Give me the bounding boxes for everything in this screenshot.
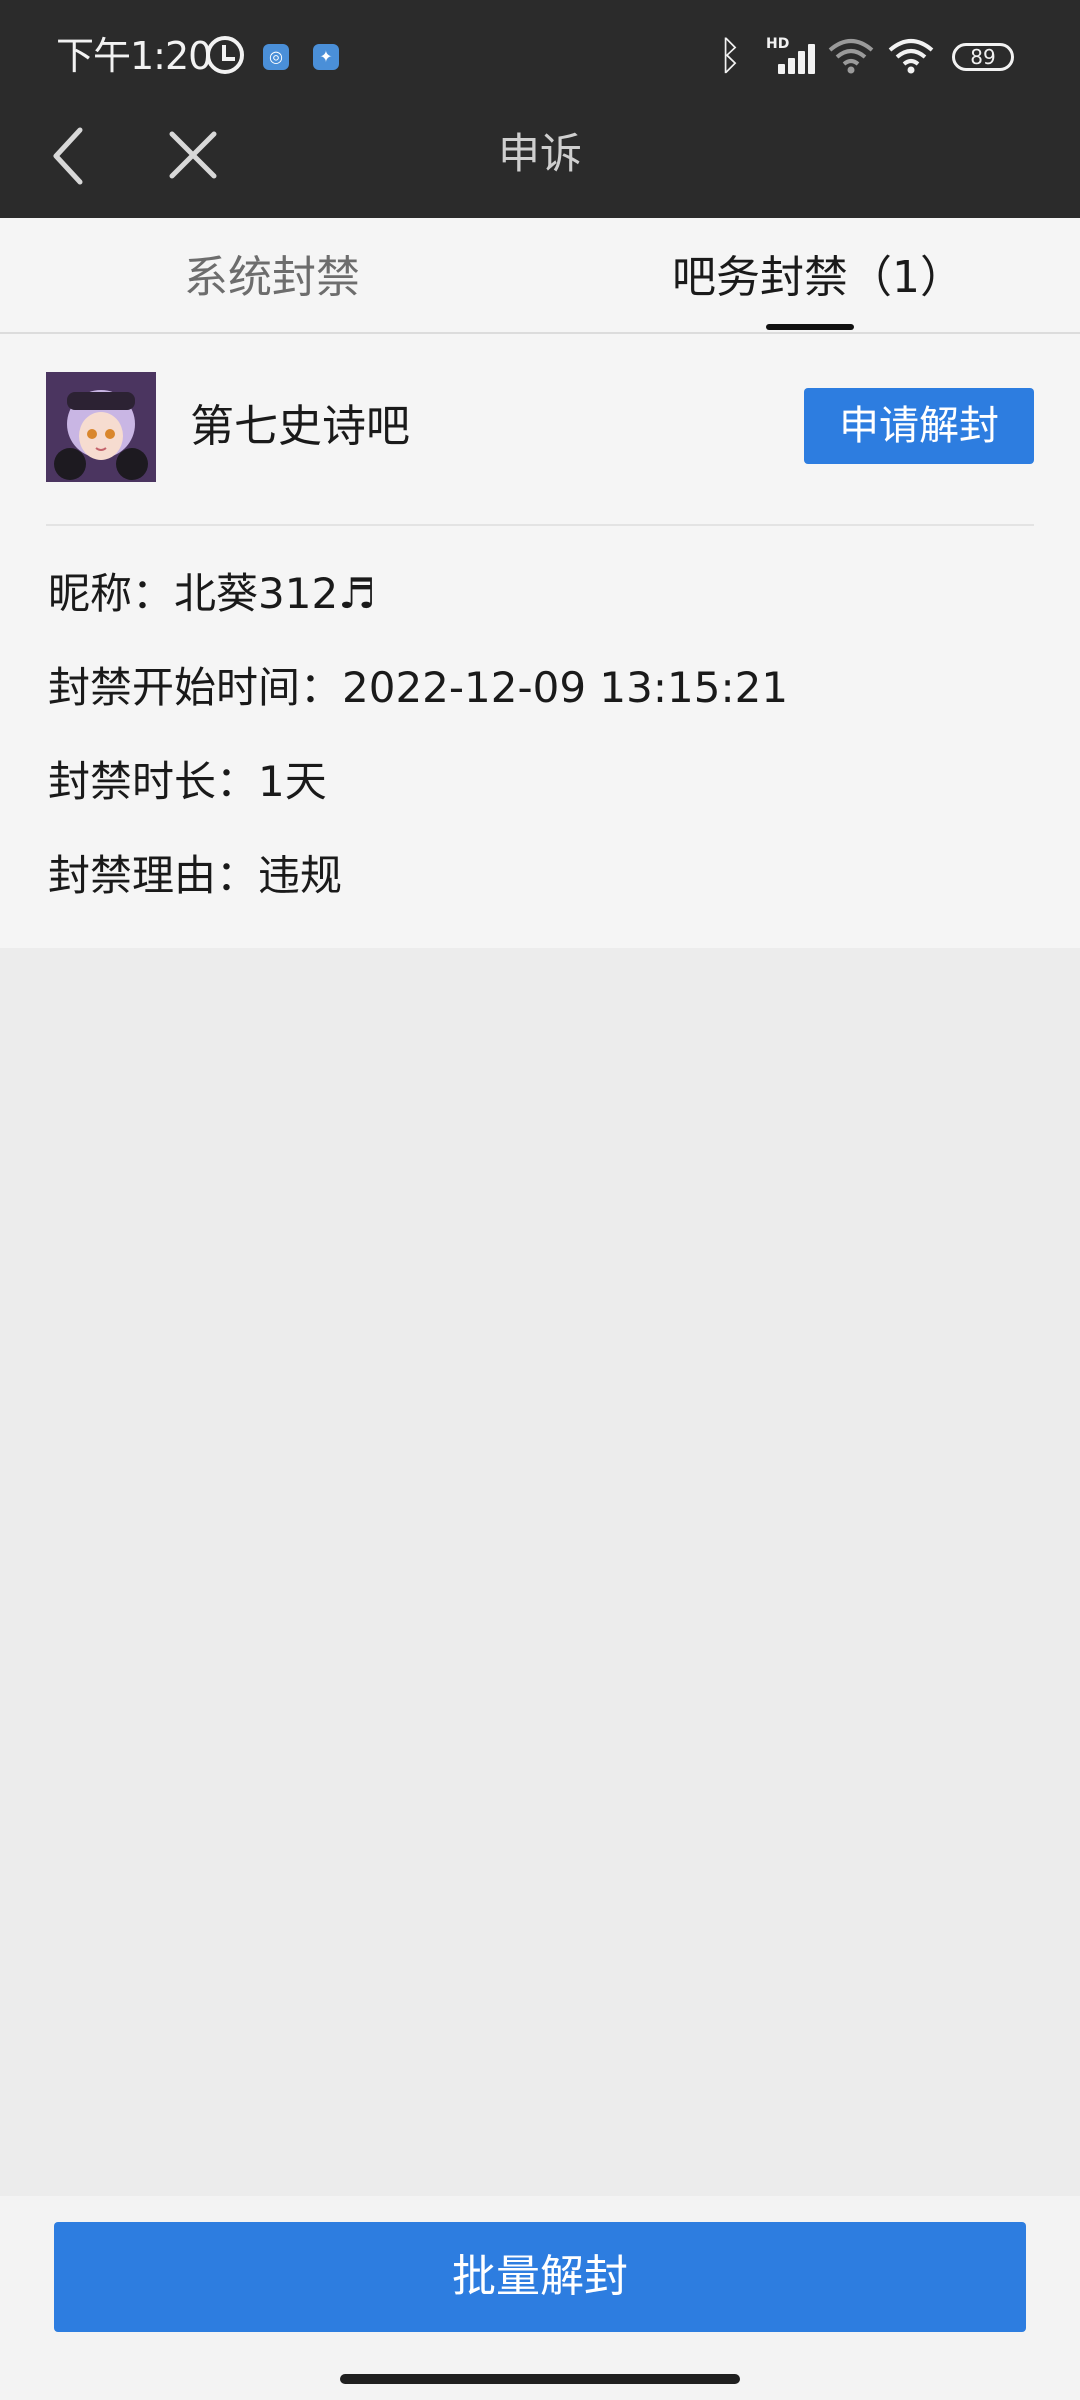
wifi-icon	[888, 39, 934, 74]
bottom-bar: 批量解封	[0, 2196, 1080, 2400]
home-indicator[interactable]	[340, 2374, 740, 2384]
alarm-icon	[206, 36, 244, 74]
page-title: 申诉	[497, 129, 582, 178]
ban-reason-text: 封禁理由：违规	[48, 851, 343, 900]
ban-duration-text: 封禁时长：1天	[48, 757, 327, 806]
app-notification-icon: ◎	[263, 44, 289, 70]
ban-start-time-text: 封禁开始时间：2022-12-09 13:15:21	[48, 663, 789, 712]
divider	[46, 524, 1034, 526]
status-bar: 下午1:20 ◎ ✦ ᛒ HD 89	[0, 0, 1080, 112]
status-time: 下午1:20	[56, 34, 212, 78]
cellular-signal-icon	[768, 40, 818, 74]
app-notification-icon: ✦	[313, 44, 339, 70]
batch-unban-button[interactable]: 批量解封	[54, 2222, 1026, 2332]
apply-unban-button[interactable]: 申请解封	[804, 388, 1034, 464]
tab-bar: 系统封禁 吧务封禁（1）	[0, 218, 1080, 334]
forum-avatar	[46, 372, 156, 482]
tab-forum-ban[interactable]: 吧务封禁（1）	[672, 218, 964, 334]
top-bar: 下午1:20 ◎ ✦ ᛒ HD 89 申诉	[0, 0, 1080, 218]
nickname-text: 昵称：北葵312♬	[48, 569, 376, 618]
battery-level: 89	[970, 45, 996, 69]
tab-system-ban[interactable]: 系统封禁	[184, 218, 360, 334]
forum-name[interactable]: 第七史诗吧	[190, 392, 410, 462]
battery-icon: 89	[952, 43, 1014, 71]
wifi-icon	[828, 39, 874, 74]
ban-record-card: 第七史诗吧 申请解封 昵称：北葵312♬ 封禁开始时间：2022-12-09 1…	[0, 334, 1080, 948]
tab-active-indicator	[766, 324, 854, 330]
bluetooth-icon: ᛒ	[718, 33, 742, 79]
